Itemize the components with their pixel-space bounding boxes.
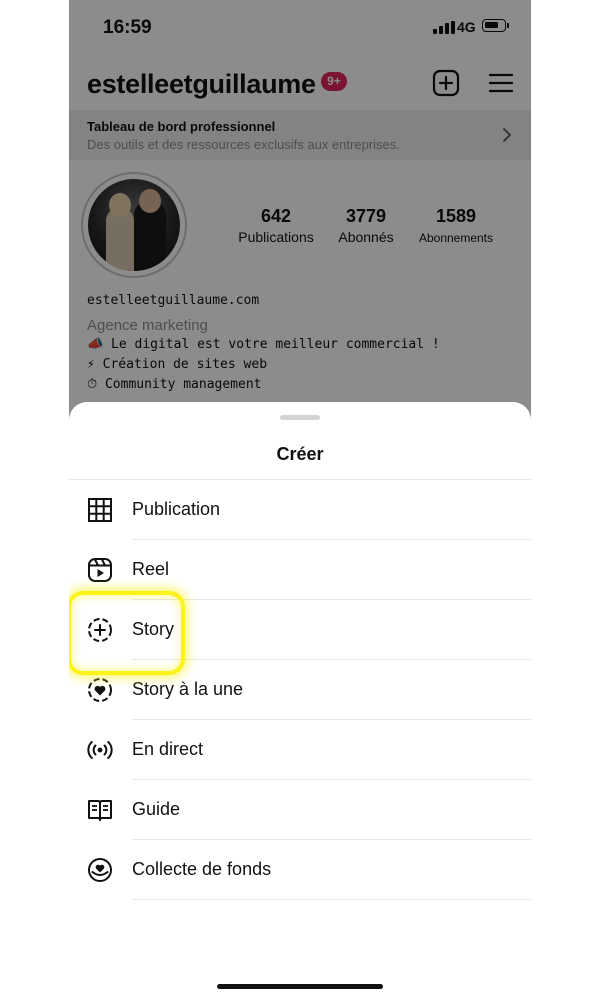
- home-indicator[interactable]: [217, 984, 383, 989]
- highlight-heart-icon: [88, 678, 112, 702]
- menu-item-fundraiser[interactable]: Collecte de fonds: [69, 840, 531, 900]
- divider: [132, 899, 531, 900]
- menu-item-label: Reel: [132, 559, 170, 579]
- reel-icon: [88, 558, 112, 582]
- story-highlight-annotation: [69, 591, 185, 675]
- menu-item-label: Story à la une: [132, 679, 244, 699]
- sheet-title: Créer: [276, 444, 324, 464]
- fundraiser-icon: [88, 858, 112, 882]
- menu-item-live[interactable]: En direct: [69, 720, 531, 780]
- menu-item-guide[interactable]: Guide: [69, 780, 531, 840]
- create-bottom-sheet: Créer Publication Reel Story Story à la …: [69, 402, 531, 1000]
- phone-screen: 16:59 4G estelleetguillaume 9+ Tableau d…: [69, 0, 531, 1000]
- menu-item-publication[interactable]: Publication: [69, 480, 531, 540]
- live-icon: [87, 741, 113, 759]
- grid-icon: [88, 498, 112, 522]
- guide-icon: [88, 800, 112, 821]
- menu-item-label: Publication: [132, 499, 221, 519]
- sheet-drag-handle[interactable]: [280, 415, 320, 420]
- menu-item-label: En direct: [132, 739, 204, 759]
- menu-item-label: Collecte de fonds: [132, 859, 272, 879]
- menu-item-label: Guide: [132, 799, 181, 819]
